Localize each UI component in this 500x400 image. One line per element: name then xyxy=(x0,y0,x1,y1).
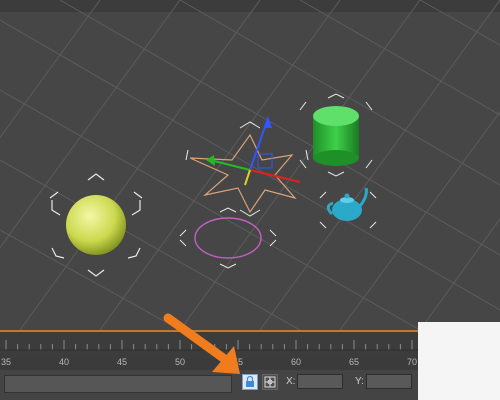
tick-label-45: 45 xyxy=(116,357,128,367)
star-shape-object[interactable] xyxy=(185,116,309,217)
perspective-viewport[interactable] xyxy=(0,0,500,330)
selection-lock-toggle[interactable] xyxy=(242,374,258,390)
lock-icon xyxy=(246,375,254,387)
ground-grid xyxy=(0,0,500,330)
cylinder-object[interactable] xyxy=(299,93,373,177)
tick-label-40: 40 xyxy=(58,357,70,367)
y-coord-label: Y: xyxy=(355,376,364,387)
viewport-scene[interactable] xyxy=(0,0,500,330)
x-coord-input[interactable] xyxy=(297,374,343,389)
tick-label-70: 70 xyxy=(406,357,418,367)
status-prompt-field[interactable] xyxy=(4,375,232,393)
tick-label-60: 60 xyxy=(290,357,302,367)
absolute-mode-toggle[interactable] xyxy=(262,374,278,390)
corner-panel xyxy=(418,322,500,400)
x-coord-label: X: xyxy=(286,376,296,387)
tick-label-55: 55 xyxy=(232,357,244,367)
tick-label-35: 35 xyxy=(0,357,12,367)
sphere-object[interactable] xyxy=(49,173,143,277)
tick-label-50: 50 xyxy=(174,357,186,367)
y-coord-input[interactable] xyxy=(366,374,412,389)
transform-mode-icon xyxy=(264,376,276,388)
tick-label-65: 65 xyxy=(348,357,360,367)
